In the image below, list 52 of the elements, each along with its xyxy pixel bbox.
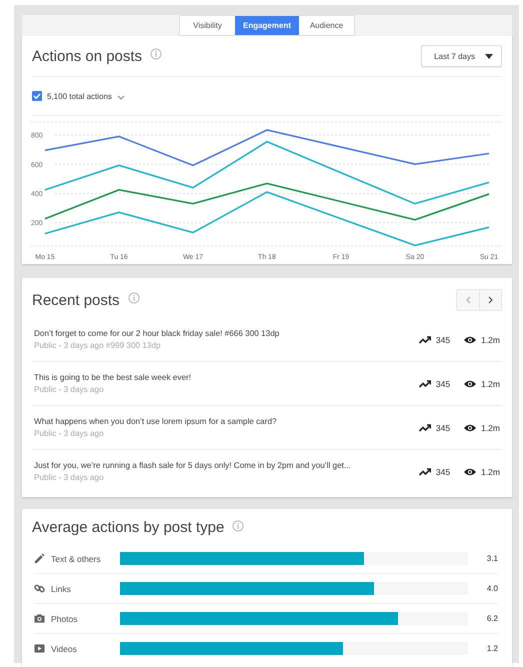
post-type-label: Videos bbox=[51, 644, 77, 654]
trending-up-icon bbox=[418, 468, 431, 476]
chevron-right-icon bbox=[488, 296, 493, 304]
check-icon bbox=[33, 92, 41, 100]
post-meta: Public - 3 days ago bbox=[34, 473, 105, 482]
action-count: 345 bbox=[436, 378, 450, 388]
date-range-dropdown[interactable]: Last 7 days bbox=[421, 45, 502, 67]
view-count: 1.2m bbox=[481, 466, 500, 476]
post-type-label: Text & others bbox=[51, 554, 101, 564]
video-icon bbox=[34, 643, 45, 654]
trending-up-icon bbox=[418, 336, 431, 344]
post-meta: Public - 3 days ago bbox=[34, 429, 105, 438]
card-title: Average actions by post type bbox=[32, 519, 224, 536]
eye-icon bbox=[464, 336, 476, 344]
info-icon bbox=[232, 520, 244, 532]
post-text: This is going to be the best sale week ever! bbox=[34, 373, 192, 382]
total-actions-label: 5,100 total actions bbox=[47, 92, 112, 100]
trending-up-icon bbox=[418, 424, 431, 432]
chevron-down-icon bbox=[116, 95, 125, 100]
trending-up-icon bbox=[418, 380, 431, 388]
post-type-label: Photos bbox=[51, 614, 78, 624]
eye-icon bbox=[464, 468, 476, 476]
view-count: 1.2m bbox=[481, 378, 500, 388]
post-meta: Public - 3 days ago #999 300 13dp bbox=[34, 341, 162, 350]
post-text: What happens when you don’t use lorem ipsum for a sample card? bbox=[34, 417, 278, 426]
action-count: 345 bbox=[436, 334, 450, 344]
average-value: 6.2 bbox=[486, 614, 498, 623]
card-title: Actions on posts bbox=[32, 48, 142, 64]
view-count: 1.2m bbox=[481, 422, 500, 432]
average-value: 1.2 bbox=[486, 644, 498, 653]
camera-icon bbox=[34, 613, 45, 624]
info-icon bbox=[150, 48, 162, 60]
info-icon bbox=[128, 292, 140, 304]
view-count: 1.2m bbox=[481, 334, 500, 344]
checkbox[interactable] bbox=[32, 91, 42, 101]
chevron-left-icon bbox=[466, 296, 470, 304]
post-text: Just for you, we’re running a flash sale for 5 days only! Come in by 2pm and you’ll get... bbox=[34, 461, 352, 470]
post-meta: Public - 3 days ago bbox=[34, 385, 105, 394]
dropdown-arrow-icon bbox=[485, 54, 493, 58]
average-value: 4.0 bbox=[486, 584, 498, 593]
post-type-label: Links bbox=[51, 584, 71, 594]
post-text: Don’t forget to come for our 2 hour black friday sale! #666 300 13dp bbox=[34, 329, 280, 338]
tab[interactable]: Engagement bbox=[235, 16, 299, 35]
eye-icon bbox=[464, 424, 476, 432]
action-count: 345 bbox=[436, 422, 450, 432]
average-value: 3.1 bbox=[486, 554, 498, 563]
pencil-icon bbox=[34, 553, 45, 564]
eye-icon bbox=[464, 380, 476, 388]
link-icon bbox=[34, 583, 45, 594]
action-count: 345 bbox=[436, 466, 450, 476]
next-button[interactable] bbox=[479, 290, 501, 310]
card-title: Recent posts bbox=[32, 292, 120, 308]
